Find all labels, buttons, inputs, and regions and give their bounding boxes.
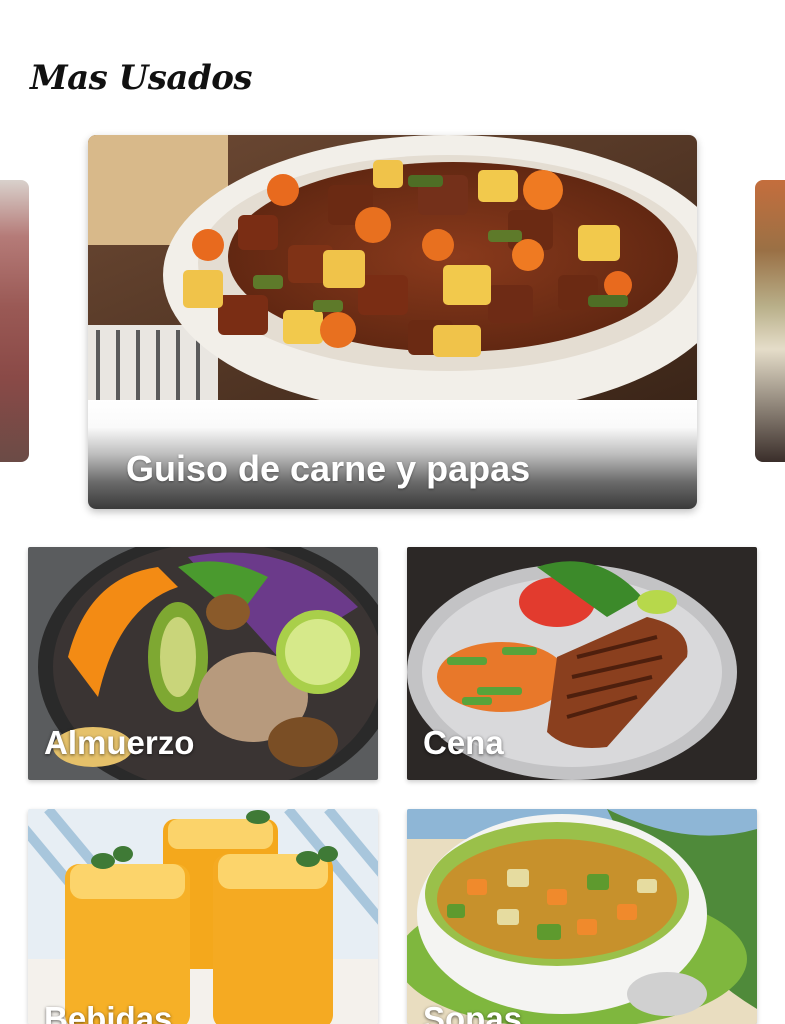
carousel-next-card[interactable] [755,180,785,462]
category-label-sopas: Sopas [423,1000,523,1024]
featured-recipe-title: Guiso de carne y papas [126,448,531,489]
section-title: Mas Usados [30,58,253,98]
category-card-almuerzo[interactable]: Almuerzo [28,547,378,780]
category-card-sopas[interactable]: Sopas [407,809,757,1024]
featured-recipe-caption: Guiso de carne y papas [88,400,697,509]
category-card-bebidas[interactable]: Bebidas [28,809,378,1024]
featured-carousel[interactable]: Guiso de carne y papas [0,130,785,520]
featured-recipe-image [88,135,697,400]
sopas-image [407,809,757,1024]
featured-recipe-card[interactable]: Guiso de carne y papas [88,135,697,509]
category-card-cena[interactable]: Cena [407,547,757,780]
category-label-cena: Cena [423,724,504,761]
category-label-almuerzo: Almuerzo [44,724,195,761]
bebidas-image [28,809,378,1024]
carousel-prev-card[interactable] [0,180,29,462]
category-label-bebidas: Bebidas [44,1000,173,1024]
